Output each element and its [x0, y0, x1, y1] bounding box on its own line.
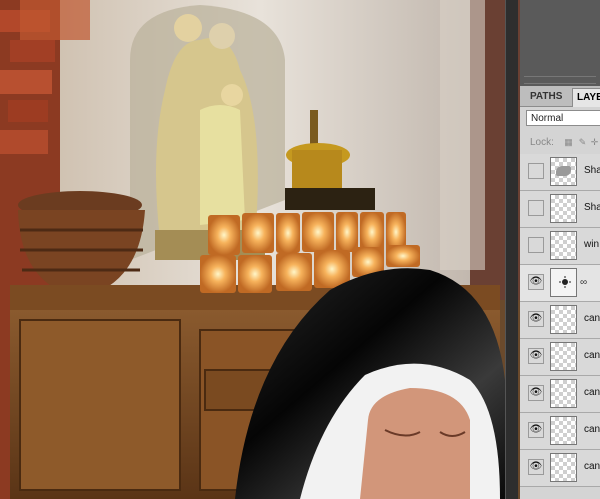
layer-thumbnail: [550, 194, 577, 223]
layer-row-adjustment[interactable]: 👁 ∞: [520, 265, 600, 302]
eye-icon[interactable]: 👁: [528, 311, 544, 327]
panel-tabs: PATHS LAYE: [520, 86, 600, 107]
layer-name: Sha: [584, 202, 600, 213]
layer-name: can: [584, 424, 600, 435]
lock-move-icon[interactable]: ✛: [590, 138, 599, 147]
layers-panel: PATHS LAYE Normal Lock: ▦ ✎ ✛ Sha Sha wi…: [520, 0, 600, 499]
blend-mode-select[interactable]: Normal: [526, 110, 600, 126]
layer-thumbnail: [550, 157, 577, 186]
layers-list: Sha Sha win 👁 ∞ 👁 can 👁 can 👁 can 👁 can …: [520, 154, 600, 487]
eye-icon[interactable]: 👁: [528, 459, 544, 475]
layer-thumbnail: [550, 416, 577, 445]
image-canvas[interactable]: [0, 0, 520, 499]
layer-row[interactable]: win: [520, 228, 600, 265]
layer-thumbnail: [550, 342, 577, 371]
layer-name: can: [584, 387, 600, 398]
layer-thumbnail: [550, 379, 577, 408]
link-icon[interactable]: ∞: [580, 277, 587, 288]
lock-paint-icon[interactable]: ✎: [578, 138, 587, 147]
visibility-toggle[interactable]: [528, 200, 544, 216]
lock-row: Lock: ▦ ✎ ✛: [520, 132, 600, 155]
eye-icon[interactable]: 👁: [528, 274, 544, 290]
tab-layers[interactable]: LAYE: [572, 88, 600, 107]
layer-row[interactable]: 👁 can: [520, 376, 600, 413]
layer-thumbnail: [550, 305, 577, 334]
tab-paths[interactable]: PATHS: [526, 88, 566, 106]
layer-name: can: [584, 350, 600, 361]
layer-row[interactable]: 👁 can: [520, 302, 600, 339]
eye-icon[interactable]: 👁: [528, 422, 544, 438]
layer-row[interactable]: 👁 can: [520, 339, 600, 376]
canvas-artwork: [0, 0, 520, 499]
layer-name: can: [584, 313, 600, 324]
layer-name: can: [584, 461, 600, 472]
eye-icon[interactable]: 👁: [528, 385, 544, 401]
lock-transparent-icon[interactable]: ▦: [564, 138, 573, 147]
brightness-adjustment-icon: [559, 276, 571, 288]
panel-grip[interactable]: [524, 76, 596, 84]
layer-row[interactable]: 👁 can: [520, 413, 600, 450]
layer-thumbnail: [550, 453, 577, 482]
layer-thumbnail: [550, 231, 577, 260]
eye-icon[interactable]: 👁: [528, 348, 544, 364]
visibility-toggle[interactable]: [528, 163, 544, 179]
layer-name: Sha: [584, 165, 600, 176]
lock-label: Lock:: [530, 137, 554, 148]
layer-row[interactable]: 👁 can: [520, 450, 600, 487]
layer-thumbnail: [550, 268, 577, 297]
canvas-vertical-scrollbar[interactable]: [505, 0, 518, 499]
layer-row[interactable]: Sha: [520, 191, 600, 228]
layer-name: win: [584, 239, 600, 250]
visibility-toggle[interactable]: [528, 237, 544, 253]
layer-row[interactable]: Sha: [520, 154, 600, 191]
panel-dock-top: [520, 0, 600, 86]
